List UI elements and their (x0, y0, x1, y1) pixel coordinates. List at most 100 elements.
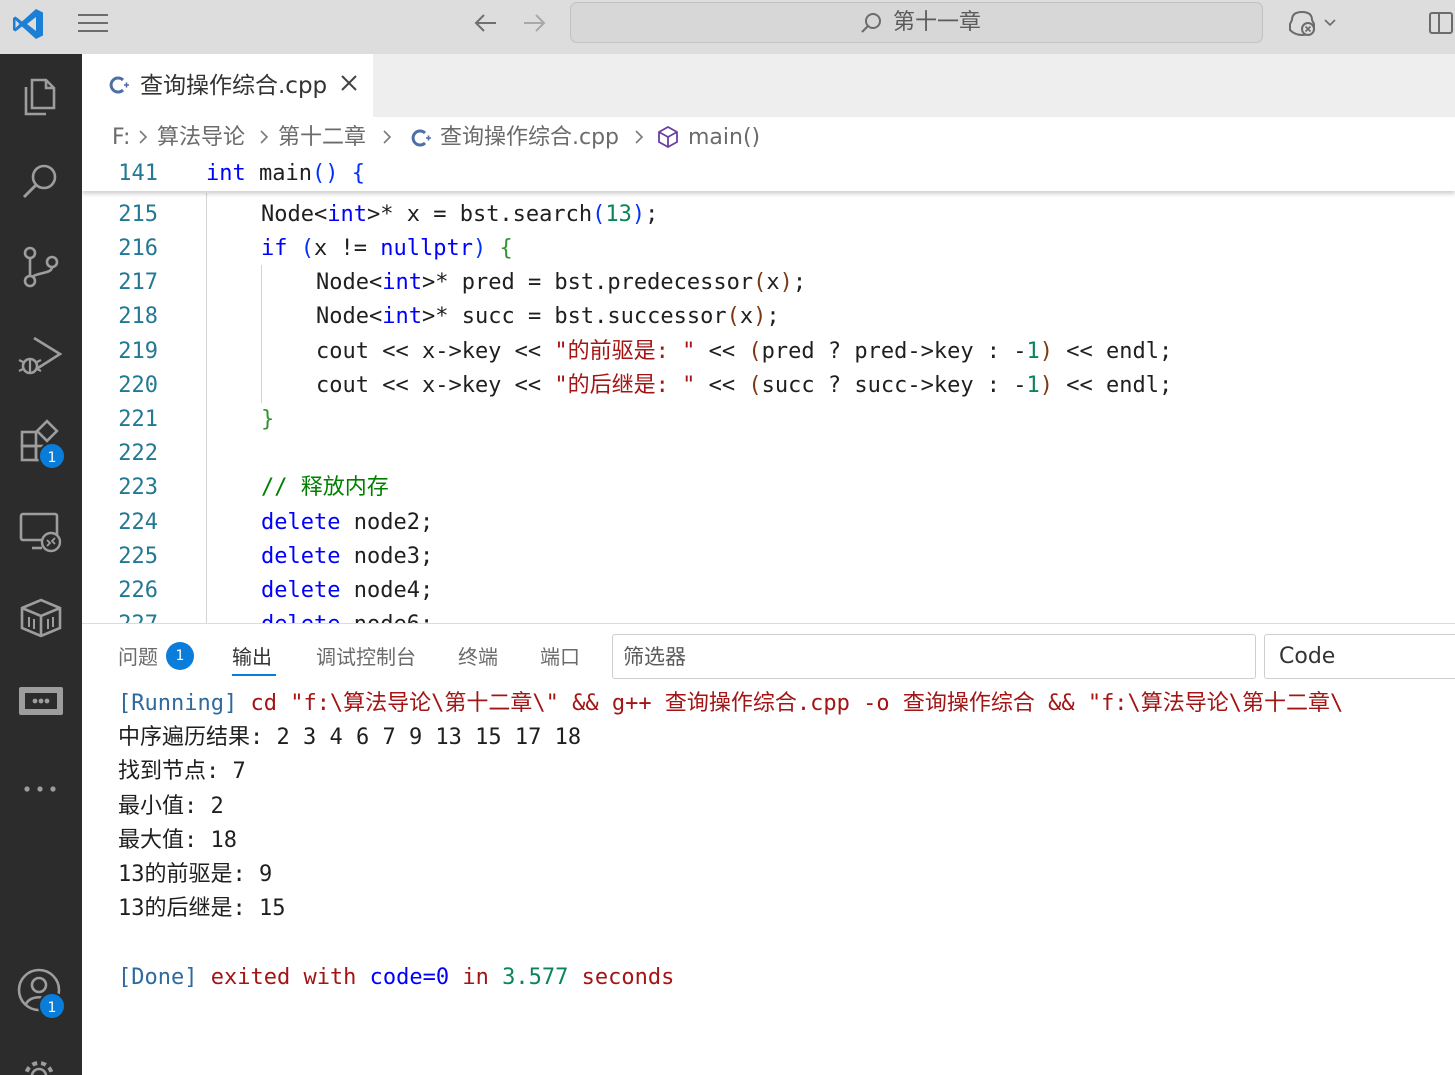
output-token: exited with (197, 965, 370, 990)
hamburger-menu-icon[interactable] (76, 10, 110, 36)
chevron-right-icon (635, 130, 644, 144)
tab-debug-console[interactable]: 调试控制台 (316, 642, 416, 672)
output-token: cd "f:\算法导论\第十二章\" && g++ 查询操作综合.cpp -o … (237, 691, 1344, 716)
code-token: int (382, 304, 422, 329)
code-token: pred ? pred->key : - (761, 339, 1027, 364)
chevron-down-icon[interactable] (1322, 14, 1338, 30)
code-token: cout << x->key << (316, 339, 555, 364)
code-token: int (382, 270, 422, 295)
code-token: ( (726, 304, 740, 329)
search-icon (859, 11, 883, 35)
code-token: ) (753, 304, 767, 329)
accounts-badge: 1 (38, 992, 66, 1020)
output-token: 3.577 (502, 965, 569, 990)
ellipsis-icon[interactable] (14, 760, 68, 814)
chevron-right-icon (383, 130, 392, 144)
tab-ports[interactable]: 端口 (540, 642, 580, 672)
code-token: >* succ = bst.successor (421, 304, 727, 329)
code-token: node6; (340, 612, 433, 623)
code-token: { (351, 161, 365, 186)
active-tab-indicator (232, 674, 276, 676)
code-token: cout << x->key << (316, 373, 555, 398)
code-line: delete node4; (261, 574, 433, 608)
code-token: 1 (1026, 339, 1040, 364)
code-token: ) (631, 202, 646, 227)
code-token: x != (314, 236, 381, 261)
line-number: 227 (82, 608, 158, 623)
code-token: int (327, 202, 367, 227)
output-token: seconds (568, 965, 675, 990)
code-editor[interactable]: 141 int main() { 215 216 217 218 219 220… (82, 159, 1455, 623)
breadcrumb-item-symbol[interactable]: main() (688, 123, 760, 153)
code-token: ( (300, 236, 314, 261)
line-number: 215 (118, 202, 158, 227)
sticky-scroll-header[interactable]: 141 int main() { (82, 159, 1455, 191)
indent-guide (261, 265, 262, 403)
command-center-search[interactable]: 第十一章 (570, 2, 1263, 43)
output-channel-select[interactable]: Code (1264, 634, 1455, 679)
breadcrumb-item-file[interactable]: 查询操作综合.cpp (440, 123, 619, 153)
code-token: { (499, 236, 513, 261)
arrow-left-icon[interactable] (470, 9, 502, 37)
code-token: 13 (605, 202, 632, 227)
code-token: node4; (340, 578, 434, 603)
code-token: Node< (316, 270, 383, 295)
tab-terminal[interactable]: 终端 (458, 642, 498, 672)
output-filter-input[interactable]: 筛选器 (612, 634, 1256, 679)
run-debug-icon[interactable] (14, 328, 68, 382)
search-icon[interactable] (14, 154, 68, 208)
source-control-icon[interactable] (14, 240, 68, 294)
close-icon[interactable] (338, 72, 360, 94)
cpp-file-icon (108, 74, 130, 96)
output-token: [Done] (118, 965, 198, 990)
extensions-icon[interactable]: 1 (14, 416, 68, 470)
dots-panel-icon[interactable] (14, 674, 68, 728)
breadcrumb-item-folder[interactable]: 算法导论 (157, 123, 245, 153)
code-line: Node<int>* pred = bst.predecessor(x); (316, 266, 806, 300)
code-token: if (261, 236, 288, 261)
line-number: 221 (118, 407, 158, 432)
breadcrumb-item-drive[interactable]: F: (112, 123, 130, 153)
code-line: delete node6; (261, 608, 433, 623)
tab-problems[interactable]: 问题 (118, 642, 158, 672)
output-line: 找到节点: 7 (118, 759, 246, 784)
tab-output[interactable]: 输出 (232, 642, 272, 672)
remote-explorer-icon[interactable] (14, 504, 68, 558)
cube-method-icon (656, 125, 680, 149)
code-line: delete node3; (261, 540, 433, 574)
line-number: 216 (118, 236, 158, 261)
accounts-icon[interactable]: 1 (14, 962, 68, 1020)
code-token: 1 (1026, 373, 1040, 398)
code-token: << endl; (1053, 339, 1173, 364)
line-number: 224 (118, 510, 158, 535)
output-done-line: [Done] exited with code=0 in 3.577 secon… (118, 961, 674, 995)
layout-icon[interactable] (1428, 10, 1455, 36)
gear-icon[interactable] (14, 1046, 68, 1075)
tab-cpp-file[interactable]: 查询操作综合.cpp (82, 54, 373, 117)
title-bar: 第十一章 (0, 0, 1455, 54)
arrow-right-icon[interactable] (518, 9, 550, 37)
copilot-icon[interactable] (1286, 8, 1318, 38)
output-line: 最小值: 2 (118, 794, 224, 819)
line-number: 225 (118, 544, 158, 569)
code-token: succ ? succ->key : - (761, 373, 1027, 398)
code-token: Node< (261, 202, 328, 227)
code-token: int (206, 161, 246, 186)
code-line: cout << x->key << "的后继是: " << (succ ? su… (316, 369, 1172, 403)
files-icon[interactable] (14, 70, 68, 124)
activity-bar: 1 1 (0, 54, 82, 1075)
line-number: 226 (118, 578, 158, 603)
code-line: if (x != nullptr) { (261, 232, 513, 266)
code-line: delete node2; (261, 506, 433, 540)
code-token: delete (261, 544, 341, 569)
line-number: 222 (118, 441, 158, 466)
code-token: ; (792, 270, 807, 295)
code-token: node3; (340, 544, 434, 569)
code-line: int main() { (206, 161, 365, 186)
output-line: 13的前驱是: 9 (118, 862, 273, 887)
line-number: 220 (118, 373, 158, 398)
breadcrumb-item-chapter[interactable]: 第十二章 (278, 123, 366, 153)
box-icon[interactable] (14, 590, 68, 644)
line-number: 223 (118, 475, 158, 500)
